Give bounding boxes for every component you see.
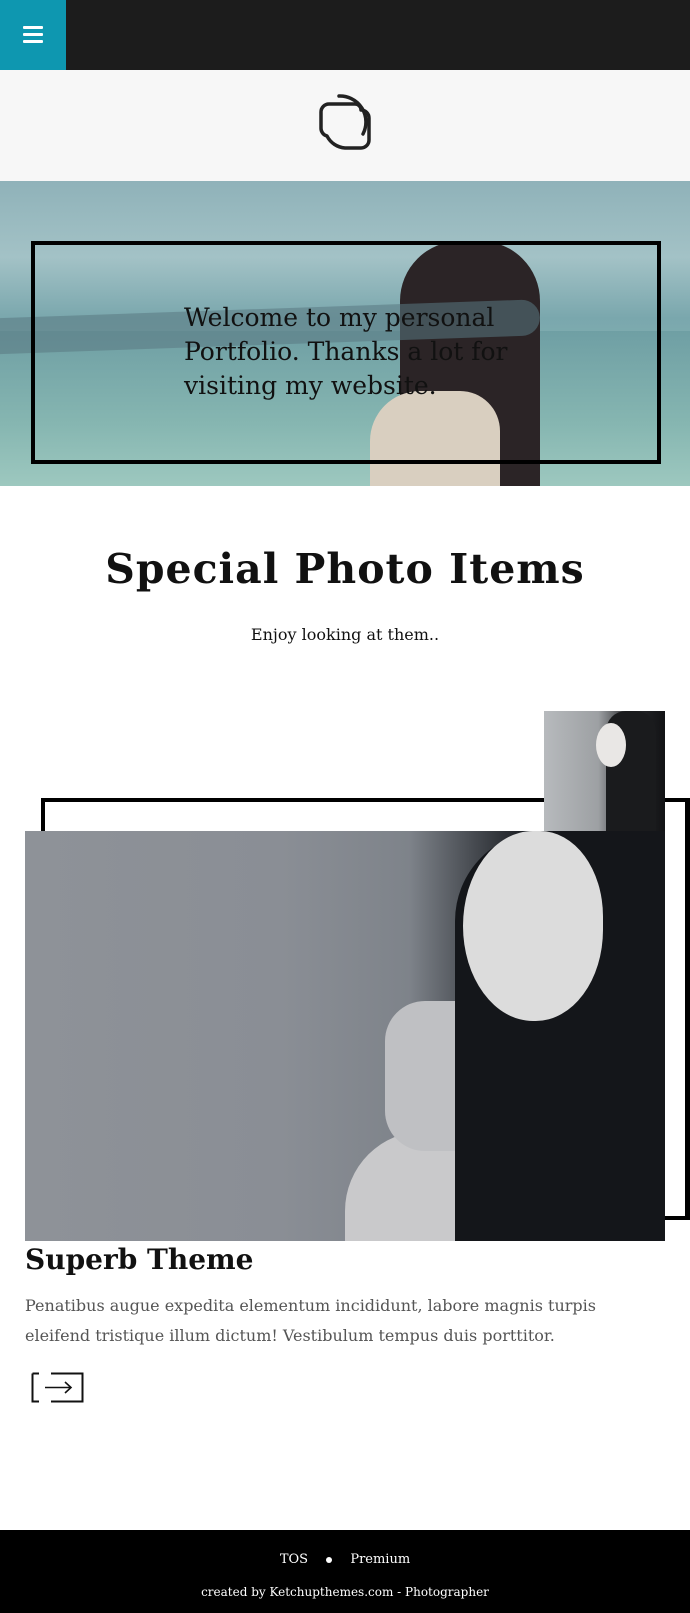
- footer-links: TOS Premium: [0, 1552, 690, 1567]
- hamburger-icon: [23, 26, 43, 44]
- footer-credit: created by Ketchupthemes.com - Photograp…: [201, 1585, 489, 1599]
- footer: TOS Premium created by Ketchupthemes.com…: [0, 1530, 690, 1613]
- separator-dot-icon: [326, 1556, 333, 1563]
- footer-link-premium[interactable]: Premium: [350, 1552, 410, 1567]
- section-title: Special Photo Items: [105, 545, 585, 593]
- read-more-button[interactable]: [31, 1372, 84, 1403]
- arrow-right-icon: [31, 1372, 84, 1403]
- menu-toggle-button[interactable]: [0, 0, 66, 70]
- main-photo[interactable]: [25, 831, 665, 1241]
- footer-link-tos[interactable]: TOS: [280, 1552, 308, 1567]
- section-subtitle: Enjoy looking at them..: [250, 625, 440, 644]
- camera-logo-icon[interactable]: [309, 90, 381, 162]
- hero-banner: Welcome to my personal Portfolio. Thanks…: [0, 181, 690, 486]
- item-title[interactable]: Superb Theme: [25, 1243, 254, 1276]
- top-bar: [0, 0, 690, 70]
- hero-welcome-text: Welcome to my personal Portfolio. Thanks…: [184, 303, 508, 400]
- thumbnail-photo[interactable]: [544, 711, 665, 831]
- logo-band: [0, 70, 690, 181]
- item-description: Penatibus augue expedita elementum incid…: [25, 1296, 596, 1345]
